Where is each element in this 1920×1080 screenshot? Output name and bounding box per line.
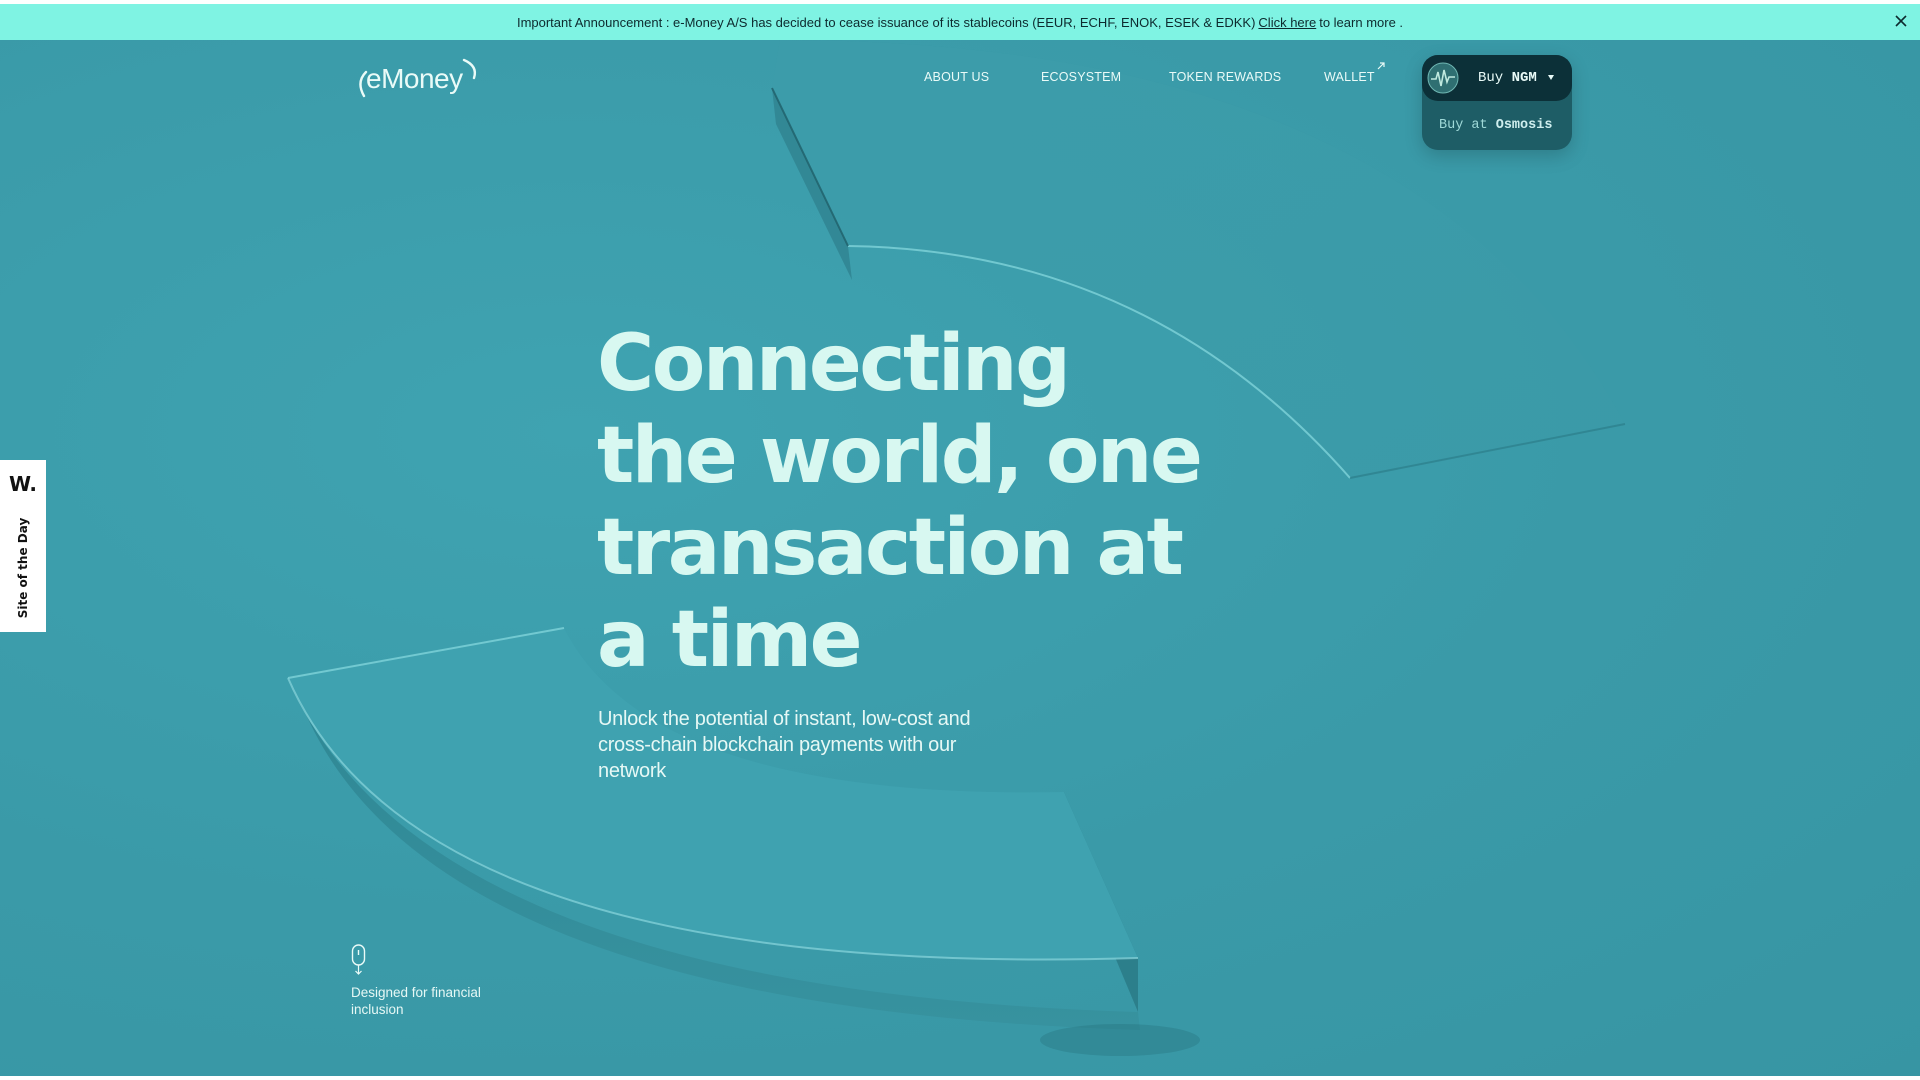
feature-text: Designed for financial inclusion [351,985,481,1017]
hero-title: Connecting the world, one transaction at… [597,319,1203,685]
buy-ngm-button[interactable]: Buy NGM [1422,55,1572,101]
nav-about-us[interactable]: ABOUT US [924,70,989,84]
announcement-link[interactable]: Click here [1258,15,1316,30]
emoney-logo[interactable]: eMoney [356,54,477,102]
buy-at-osmosis-option[interactable]: Buy at Osmosis [1439,118,1552,133]
buy-dropdown: Buy NGM Buy at Osmosis [1422,55,1572,150]
nav-ecosystem[interactable]: ECOSYSTEM [1041,70,1121,84]
nav-wallet-label: WALLET [1324,70,1375,84]
awwwards-logo: W. [8,472,38,496]
announcement-text: Important Announcement : e-Money A/S has… [516,14,1256,30]
page: Important Announcement : e-Money A/S has… [0,0,1920,1080]
buy-word: Buy [1478,70,1504,86]
buy-label: Buy NGM [1478,70,1537,86]
announcement-bar: Important Announcement : e-Money A/S has… [0,4,1920,40]
buy-option-venue: Osmosis [1495,118,1553,133]
award-label: Site of the Day [16,517,30,619]
announcement-suffix: to learn more . [1319,14,1404,30]
chevron-down-icon [1548,75,1554,80]
external-link-icon [1377,62,1385,70]
close-icon-glyph [1895,15,1907,27]
close-icon[interactable] [1890,10,1912,32]
bottom-border [0,1076,1920,1080]
scroll-mouse-icon [351,944,366,975]
awwwards-site-of-the-day-tab[interactable]: W. Site of the Day [0,460,46,632]
nav-token-rewards[interactable]: TOKEN REWARDS [1169,70,1281,84]
logo-text: eMoney [366,63,463,94]
ngm-token-icon [1427,62,1459,94]
hero-subtitle: Unlock the potential of instant, low-cos… [598,708,971,782]
buy-token: NGM [1511,70,1537,86]
buy-option-prefix: Buy at [1439,118,1488,133]
nav-wallet[interactable]: WALLET [1324,62,1385,84]
lower-arc-shadow [1040,1024,1200,1056]
